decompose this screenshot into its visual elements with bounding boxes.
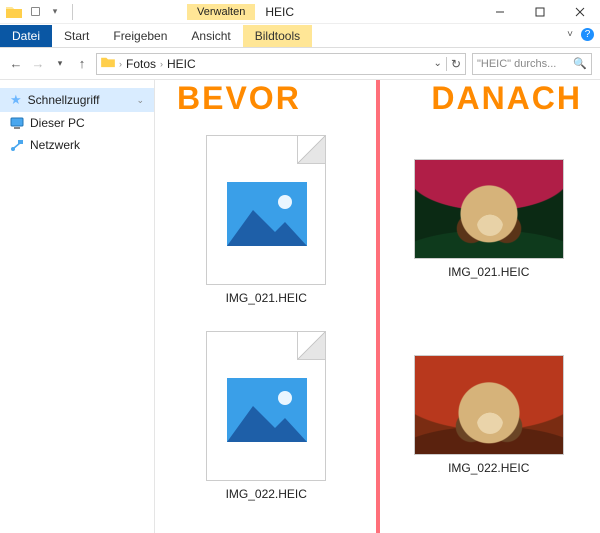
- sidebar-item-network[interactable]: Netzwerk: [0, 134, 154, 156]
- ribbon-tabs: Datei Start Freigeben Ansicht Bildtools …: [0, 24, 600, 48]
- nav-up-button[interactable]: ↑: [74, 56, 90, 72]
- refresh-icon[interactable]: ↻: [451, 57, 461, 71]
- sidebar: ★ Schnellzugriff ⌄ Dieser PC Netzwerk: [0, 80, 155, 533]
- search-icon: 🔍: [573, 57, 587, 70]
- sidebar-item-label: Netzwerk: [30, 138, 80, 152]
- qat-save-icon[interactable]: [28, 5, 42, 19]
- page-fold-icon: [297, 136, 325, 164]
- image-placeholder-icon: [227, 378, 307, 442]
- collapse-ribbon-icon[interactable]: ˅: [567, 29, 573, 40]
- search-placeholder: "HEIC" durchs...: [477, 58, 556, 70]
- network-icon: [10, 138, 24, 152]
- content-area: BEVOR DANACH IMG_021.HEIC: [155, 80, 600, 533]
- before-column: IMG_021.HEIC IMG_022.HEIC: [155, 135, 378, 533]
- sidebar-item-quick-access[interactable]: ★ Schnellzugriff ⌄: [0, 88, 154, 112]
- tab-share[interactable]: Freigeben: [101, 25, 179, 47]
- file-name: IMG_022.HEIC: [448, 461, 529, 475]
- file-name: IMG_021.HEIC: [448, 265, 529, 279]
- titlebar: ▾ Verwalten HEIC: [0, 0, 600, 24]
- nav-forward-button[interactable]: →: [30, 56, 46, 72]
- file-item[interactable]: IMG_021.HEIC: [378, 159, 600, 279]
- file-item[interactable]: IMG_021.HEIC: [155, 135, 378, 305]
- sidebar-item-label: Dieser PC: [30, 116, 85, 130]
- file-item[interactable]: IMG_022.HEIC: [155, 331, 378, 501]
- photo-thumbnail: [414, 159, 564, 259]
- tab-picture-tools[interactable]: Bildtools: [243, 25, 312, 47]
- folder-icon: [101, 56, 115, 71]
- file-name: IMG_021.HEIC: [226, 291, 307, 305]
- generic-file-thumbnail: [206, 135, 326, 285]
- minimize-button[interactable]: [480, 0, 520, 24]
- window-title: HEIC: [255, 3, 304, 21]
- sidebar-item-label: Schnellzugriff: [28, 93, 100, 107]
- image-placeholder-icon: [227, 182, 307, 246]
- close-button[interactable]: [560, 0, 600, 24]
- nav-recent-dropdown[interactable]: ▾: [52, 56, 68, 72]
- nav-back-button[interactable]: ←: [8, 56, 24, 72]
- breadcrumb-separator-icon: ›: [160, 59, 163, 69]
- qat-dropdown-icon[interactable]: ▾: [48, 5, 62, 19]
- page-fold-icon: [297, 332, 325, 360]
- generic-file-thumbnail: [206, 331, 326, 481]
- contextual-tab-label: Verwalten: [187, 4, 255, 20]
- nav-bar: ← → ▾ ↑ › Fotos › HEIC ⌄ ↻ "HEIC" durchs…: [0, 48, 600, 80]
- sidebar-item-this-pc[interactable]: Dieser PC: [0, 112, 154, 134]
- breadcrumb-level-1[interactable]: Fotos: [126, 57, 156, 71]
- search-input[interactable]: "HEIC" durchs... 🔍: [472, 53, 592, 75]
- tab-start[interactable]: Start: [52, 25, 101, 47]
- folder-icon: [6, 5, 22, 19]
- tab-view[interactable]: Ansicht: [179, 25, 242, 47]
- breadcrumb-separator-icon: ›: [119, 59, 122, 69]
- breadcrumb-level-2[interactable]: HEIC: [167, 57, 196, 71]
- help-icon[interactable]: ?: [581, 28, 594, 41]
- address-dropdown-icon[interactable]: ⌄: [434, 58, 442, 69]
- file-item[interactable]: IMG_022.HEIC: [378, 355, 600, 475]
- chevron-down-icon[interactable]: ⌄: [136, 95, 144, 106]
- heading-after: DANACH: [431, 80, 582, 117]
- maximize-button[interactable]: [520, 0, 560, 24]
- file-name: IMG_022.HEIC: [226, 487, 307, 501]
- star-icon: ★: [10, 92, 22, 108]
- address-bar[interactable]: › Fotos › HEIC ⌄ ↻: [96, 53, 466, 75]
- after-column: IMG_021.HEIC IMG_022.HEIC: [378, 135, 600, 533]
- pc-icon: [10, 117, 24, 129]
- tab-file[interactable]: Datei: [0, 25, 52, 47]
- heading-before: BEVOR: [177, 80, 301, 117]
- photo-thumbnail: [414, 355, 564, 455]
